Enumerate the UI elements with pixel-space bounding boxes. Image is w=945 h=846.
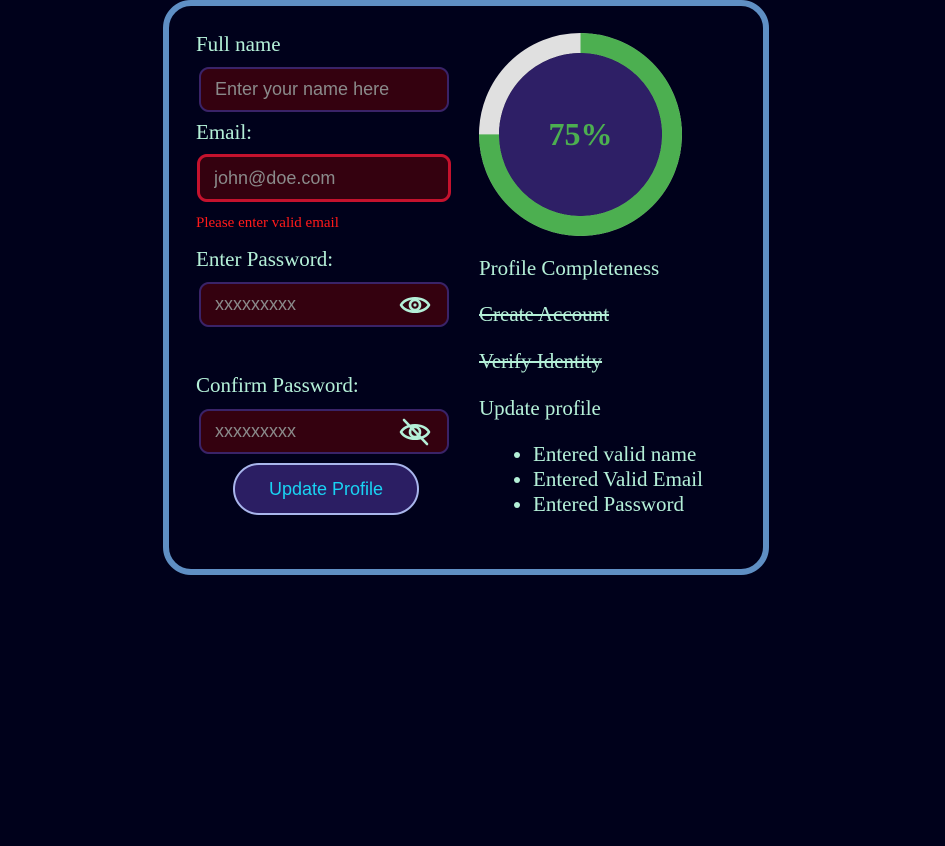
eye-off-icon[interactable] [399,418,431,446]
email-field [197,154,451,202]
checklist-item: Entered valid name [533,442,703,467]
step-update-profile: Update profile [479,396,601,420]
checklist-item: Entered Password [533,492,703,517]
full-name-input[interactable] [201,69,447,110]
confirm-password-label: Confirm Password: [196,373,359,397]
full-name-label: Full name [196,32,281,56]
update-profile-button[interactable]: Update Profile [233,463,419,515]
progress-percent: 75% [548,116,613,152]
step-verify-identity: Verify Identity [479,349,603,373]
profile-checklist: Entered valid name Entered Valid Email E… [479,442,703,517]
eye-icon[interactable] [399,291,431,319]
checklist-item: Entered Valid Email [533,467,703,492]
full-name-field [199,67,449,112]
password-field [199,282,449,327]
password-label: Enter Password: [196,247,334,271]
email-label: Email: [196,120,252,144]
progress-ring: 75% [479,33,682,236]
step-create-account: Create Account [479,302,610,326]
email-input[interactable] [200,157,448,199]
confirm-password-field [199,409,449,454]
profile-completeness-title: Profile Completeness [479,256,660,280]
email-error-message: Please enter valid email [196,215,339,231]
